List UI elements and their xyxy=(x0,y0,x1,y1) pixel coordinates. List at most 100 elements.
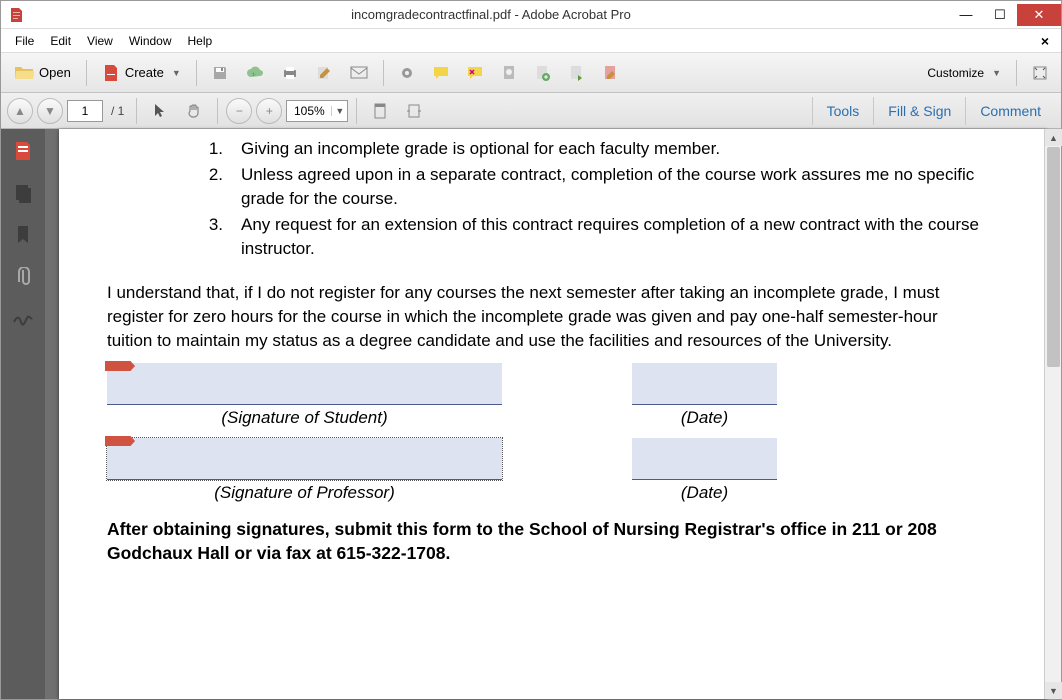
zoom-input[interactable] xyxy=(287,104,331,118)
close-button[interactable]: ✕ xyxy=(1017,4,1061,26)
edit-icon xyxy=(316,65,332,81)
thumbnails-tab[interactable] xyxy=(11,139,35,163)
customize-label: Customize xyxy=(927,66,984,80)
page-plus-icon xyxy=(536,65,550,81)
cursor-icon xyxy=(153,103,167,119)
signature-row: (Signature of Professor) (Date) xyxy=(107,438,999,503)
panel-links: Tools Fill & Sign Comment xyxy=(812,97,1055,125)
signature-label: (Signature of Professor) xyxy=(214,483,394,503)
attach-button[interactable] xyxy=(528,58,558,88)
comment-button[interactable] xyxy=(426,58,456,88)
signature-block-professor: (Signature of Professor) xyxy=(107,438,502,503)
separator xyxy=(136,98,137,124)
open-button[interactable]: Open xyxy=(7,58,78,88)
student-date-field[interactable] xyxy=(632,363,777,405)
print-button[interactable] xyxy=(275,58,305,88)
chevron-down-icon[interactable]: ▼ xyxy=(331,106,347,116)
bookmarks-tab[interactable] xyxy=(11,223,35,247)
comment-panel-button[interactable]: Comment xyxy=(965,97,1055,125)
menu-help[interactable]: Help xyxy=(180,32,221,50)
list-text: Unless agreed upon in a separate contrac… xyxy=(241,163,981,211)
separator xyxy=(1016,60,1017,86)
fill-sign-panel-button[interactable]: Fill & Sign xyxy=(873,97,965,125)
next-page-button[interactable]: ▼ xyxy=(37,98,63,124)
pages-tab[interactable] xyxy=(11,181,35,205)
edit-pdf-button[interactable] xyxy=(309,58,339,88)
fit-width-button[interactable] xyxy=(399,96,429,126)
scroll-down-button[interactable]: ▼ xyxy=(1045,682,1062,699)
form-button[interactable] xyxy=(596,58,626,88)
list-text: Giving an incomplete grade is optional f… xyxy=(241,137,720,161)
plus-icon: + xyxy=(266,104,273,118)
minus-icon: − xyxy=(236,104,243,118)
professor-date-field[interactable] xyxy=(632,438,777,480)
share-button[interactable] xyxy=(562,58,592,88)
menu-window[interactable]: Window xyxy=(121,32,180,50)
hand-tool-button[interactable] xyxy=(179,96,209,126)
sign-here-tag xyxy=(105,436,135,446)
selection-tool-button[interactable] xyxy=(145,96,175,126)
zoom-in-button[interactable]: + xyxy=(256,98,282,124)
menu-edit[interactable]: Edit xyxy=(42,32,79,50)
date-block: (Date) xyxy=(632,363,777,428)
arrow-up-icon: ▲ xyxy=(14,104,26,118)
vertical-scrollbar[interactable]: ▲ ▼ xyxy=(1044,129,1061,699)
customize-button[interactable]: Customize ▼ xyxy=(920,58,1008,88)
create-icon xyxy=(102,64,120,82)
create-button[interactable]: Create ▼ xyxy=(95,58,188,88)
menubar: File Edit View Window Help × xyxy=(1,29,1061,53)
hand-icon xyxy=(186,103,202,119)
scroll-up-button[interactable]: ▲ xyxy=(1045,129,1062,146)
document-viewport[interactable]: 1.Giving an incomplete grade is optional… xyxy=(45,129,1061,699)
window-title: incomgradecontractfinal.pdf - Adobe Acro… xyxy=(33,7,949,22)
chevron-down-icon: ▼ xyxy=(172,68,181,78)
scroll-thumb[interactable] xyxy=(1047,147,1060,367)
titlebar: incomgradecontractfinal.pdf - Adobe Acro… xyxy=(1,1,1061,29)
separator xyxy=(196,60,197,86)
professor-signature-field[interactable] xyxy=(107,438,502,480)
separator xyxy=(383,60,384,86)
list-number: 3. xyxy=(203,213,223,261)
prev-page-button[interactable]: ▲ xyxy=(7,98,33,124)
settings-button[interactable] xyxy=(392,58,422,88)
close-panel-button[interactable]: × xyxy=(1041,33,1055,49)
fit-page-button[interactable] xyxy=(365,96,395,126)
main-area: 1.Giving an incomplete grade is optional… xyxy=(1,129,1061,699)
signatures-tab[interactable] xyxy=(11,307,35,331)
fit-window-button[interactable] xyxy=(1025,58,1055,88)
separator xyxy=(217,98,218,124)
cloud-button[interactable] xyxy=(239,58,271,88)
folder-icon xyxy=(14,65,34,81)
paragraph: I understand that, if I do not register … xyxy=(107,281,987,353)
zoom-select[interactable]: ▼ xyxy=(286,100,348,122)
menu-view[interactable]: View xyxy=(79,32,121,50)
page-number-input[interactable] xyxy=(67,100,103,122)
print-icon xyxy=(282,65,298,81)
stamp-button[interactable] xyxy=(494,58,524,88)
list-item: 2.Unless agreed upon in a separate contr… xyxy=(203,163,999,211)
app-icon xyxy=(6,4,28,26)
list-item: 1.Giving an incomplete grade is optional… xyxy=(203,137,999,161)
attachments-tab[interactable] xyxy=(11,265,35,289)
main-toolbar: Open Create ▼ Customize ▼ xyxy=(1,53,1061,93)
pdf-page: 1.Giving an incomplete grade is optional… xyxy=(59,129,1047,699)
menu-file[interactable]: File xyxy=(7,32,42,50)
date-label: (Date) xyxy=(681,408,728,428)
highlight-button[interactable] xyxy=(460,58,490,88)
separator xyxy=(86,60,87,86)
page-arrow-icon xyxy=(570,65,584,81)
student-signature-field[interactable] xyxy=(107,363,502,405)
maximize-button[interactable]: ☐ xyxy=(983,4,1017,26)
separator xyxy=(356,98,357,124)
stamp-icon xyxy=(502,65,516,81)
tools-panel-button[interactable]: Tools xyxy=(812,97,874,125)
sign-here-tag xyxy=(105,361,135,371)
numbered-list: 1.Giving an incomplete grade is optional… xyxy=(203,137,999,261)
fit-page-icon xyxy=(373,103,387,119)
chevron-down-icon: ▼ xyxy=(992,68,1001,78)
save-button[interactable] xyxy=(205,58,235,88)
zoom-out-button[interactable]: − xyxy=(226,98,252,124)
email-button[interactable] xyxy=(343,58,375,88)
minimize-button[interactable]: — xyxy=(949,4,983,26)
cloud-icon xyxy=(246,66,264,80)
